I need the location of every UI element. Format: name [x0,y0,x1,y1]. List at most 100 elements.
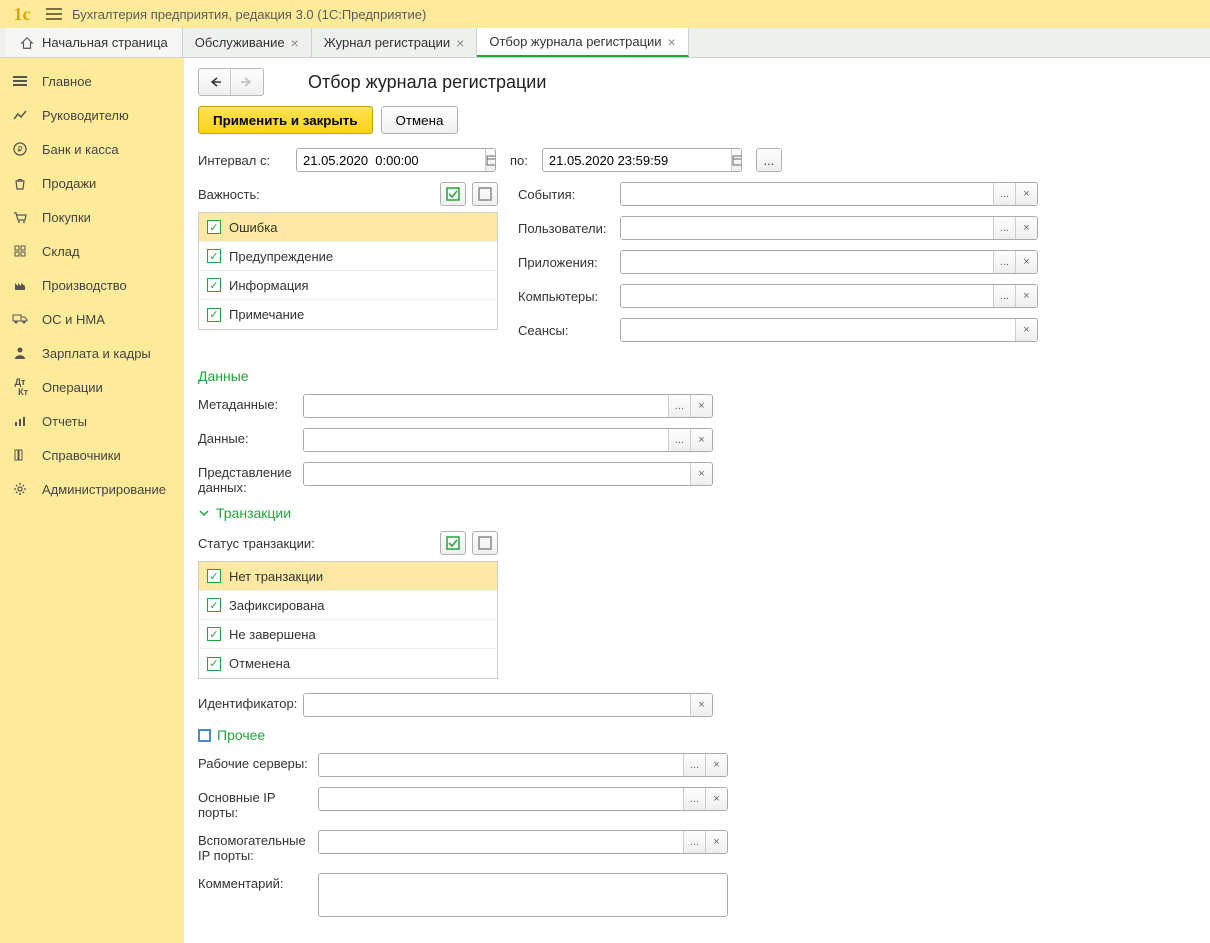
interval-to-input[interactable] [543,149,731,171]
importance-item-note[interactable]: ✓Примечание [199,300,497,329]
sidebar-item-manager[interactable]: Руководителю [0,98,184,132]
tab-service[interactable]: Обслуживание × [183,28,312,57]
select-icon[interactable]: ... [993,183,1015,205]
apply-close-button[interactable]: Применить и закрыть [198,106,373,134]
sidebar-item-purchases[interactable]: Покупки [0,200,184,234]
clear-icon[interactable]: × [690,429,712,451]
comment-input[interactable] [319,874,727,916]
interval-from-input[interactable] [297,149,485,171]
select-icon[interactable]: ... [683,788,705,810]
select-icon[interactable]: ... [668,395,690,417]
checkbox-icon[interactable]: ✓ [207,220,221,234]
users-label: Пользователи: [518,221,610,236]
importance-item-warning[interactable]: ✓Предупреждение [199,242,497,271]
clear-icon[interactable]: × [705,754,727,776]
clear-icon[interactable]: × [690,395,712,417]
select-icon[interactable]: ... [993,217,1015,239]
trans-item-cancelled[interactable]: ✓Отменена [199,649,497,678]
sidebar-item-operations[interactable]: ДтКт Операции [0,370,184,404]
metadata-input[interactable] [304,395,668,417]
sidebar-item-assets[interactable]: ОС и НМА [0,302,184,336]
importance-item-info[interactable]: ✓Информация [199,271,497,300]
workers-input[interactable] [319,754,683,776]
clear-icon[interactable]: × [1015,251,1037,273]
sidebar-item-sales[interactable]: Продажи [0,166,184,200]
tab-log[interactable]: Журнал регистрации × [312,28,478,57]
clear-icon[interactable]: × [1015,319,1037,341]
sidebar-item-label: ОС и НМА [42,312,105,327]
sidebar-item-references[interactable]: Справочники [0,438,184,472]
select-icon[interactable]: ... [993,251,1015,273]
users-input[interactable] [621,217,993,239]
cancel-button[interactable]: Отмена [381,106,459,134]
computers-field: ... × [620,284,1038,308]
select-icon[interactable]: ... [668,429,690,451]
uncheck-all-button[interactable] [472,182,498,206]
forward-button[interactable] [231,69,263,95]
back-button[interactable] [199,69,231,95]
clear-icon[interactable]: × [1015,285,1037,307]
calendar-icon[interactable] [485,149,496,171]
check-all-button[interactable] [440,531,466,555]
sidebar-item-warehouse[interactable]: Склад [0,234,184,268]
close-icon[interactable]: × [668,35,676,49]
trans-item-committed[interactable]: ✓Зафиксирована [199,591,497,620]
checkbox-icon[interactable]: ✓ [207,657,221,671]
tab-home[interactable]: Начальная страница [6,28,183,57]
checkbox-icon[interactable]: ✓ [207,627,221,641]
trans-item-none[interactable]: ✓Нет транзакции [199,562,497,591]
aux-ports-input[interactable] [319,831,683,853]
data-input[interactable] [304,429,668,451]
identifier-field: × [303,693,713,717]
checkbox-icon[interactable]: ✓ [207,598,221,612]
apps-input[interactable] [621,251,993,273]
calendar-icon[interactable] [731,149,742,171]
interval-ellipsis-button[interactable]: ... [756,148,782,172]
main-ports-input[interactable] [319,788,683,810]
sidebar-item-salary[interactable]: Зарплата и кадры [0,336,184,370]
checkbox-icon[interactable]: ✓ [207,569,221,583]
checkbox-icon[interactable]: ✓ [207,308,221,322]
section-misc-title[interactable]: Прочее [198,727,1196,743]
logo-1c: 1c [8,5,36,23]
hamburger-icon[interactable] [46,8,62,20]
checkbox-icon[interactable]: ✓ [207,278,221,292]
sidebar-item-bank[interactable]: ₽ Банк и касса [0,132,184,166]
section-checkbox[interactable] [198,729,211,742]
events-input[interactable] [621,183,993,205]
select-icon[interactable]: ... [683,831,705,853]
sidebar-item-label: Продажи [42,176,96,191]
sidebar-item-label: Операции [42,380,103,395]
metadata-field: ... × [303,394,713,418]
importance-item-error[interactable]: ✓Ошибка [199,213,497,242]
sidebar-item-admin[interactable]: Администрирование [0,472,184,506]
aux-ports-field: ... × [318,830,728,854]
section-trans-title[interactable]: Транзакции [198,505,1196,521]
sidebar-item-label: Банк и касса [42,142,119,157]
presentation-input[interactable] [304,463,690,485]
clear-icon[interactable]: × [690,463,712,485]
clear-icon[interactable]: × [690,694,712,716]
computers-input[interactable] [621,285,993,307]
uncheck-all-button[interactable] [472,531,498,555]
sidebar-item-production[interactable]: Производство [0,268,184,302]
check-all-button[interactable] [440,182,466,206]
select-icon[interactable]: ... [993,285,1015,307]
close-icon[interactable]: × [291,36,299,50]
comment-field [318,873,728,917]
close-icon[interactable]: × [456,36,464,50]
tab-filter[interactable]: Отбор журнала регистрации × [477,28,688,57]
sidebar-item-main[interactable]: Главное [0,64,184,98]
svg-text:₽: ₽ [17,145,22,154]
checkbox-icon[interactable]: ✓ [207,249,221,263]
select-icon[interactable]: ... [683,754,705,776]
identifier-input[interactable] [304,694,690,716]
sessions-input[interactable] [621,319,1015,341]
clear-icon[interactable]: × [1015,217,1037,239]
sidebar-item-reports[interactable]: Отчеты [0,404,184,438]
clear-icon[interactable]: × [705,788,727,810]
trans-item-incomplete[interactable]: ✓Не завершена [199,620,497,649]
interval-to-label: по: [510,153,528,168]
clear-icon[interactable]: × [1015,183,1037,205]
clear-icon[interactable]: × [705,831,727,853]
